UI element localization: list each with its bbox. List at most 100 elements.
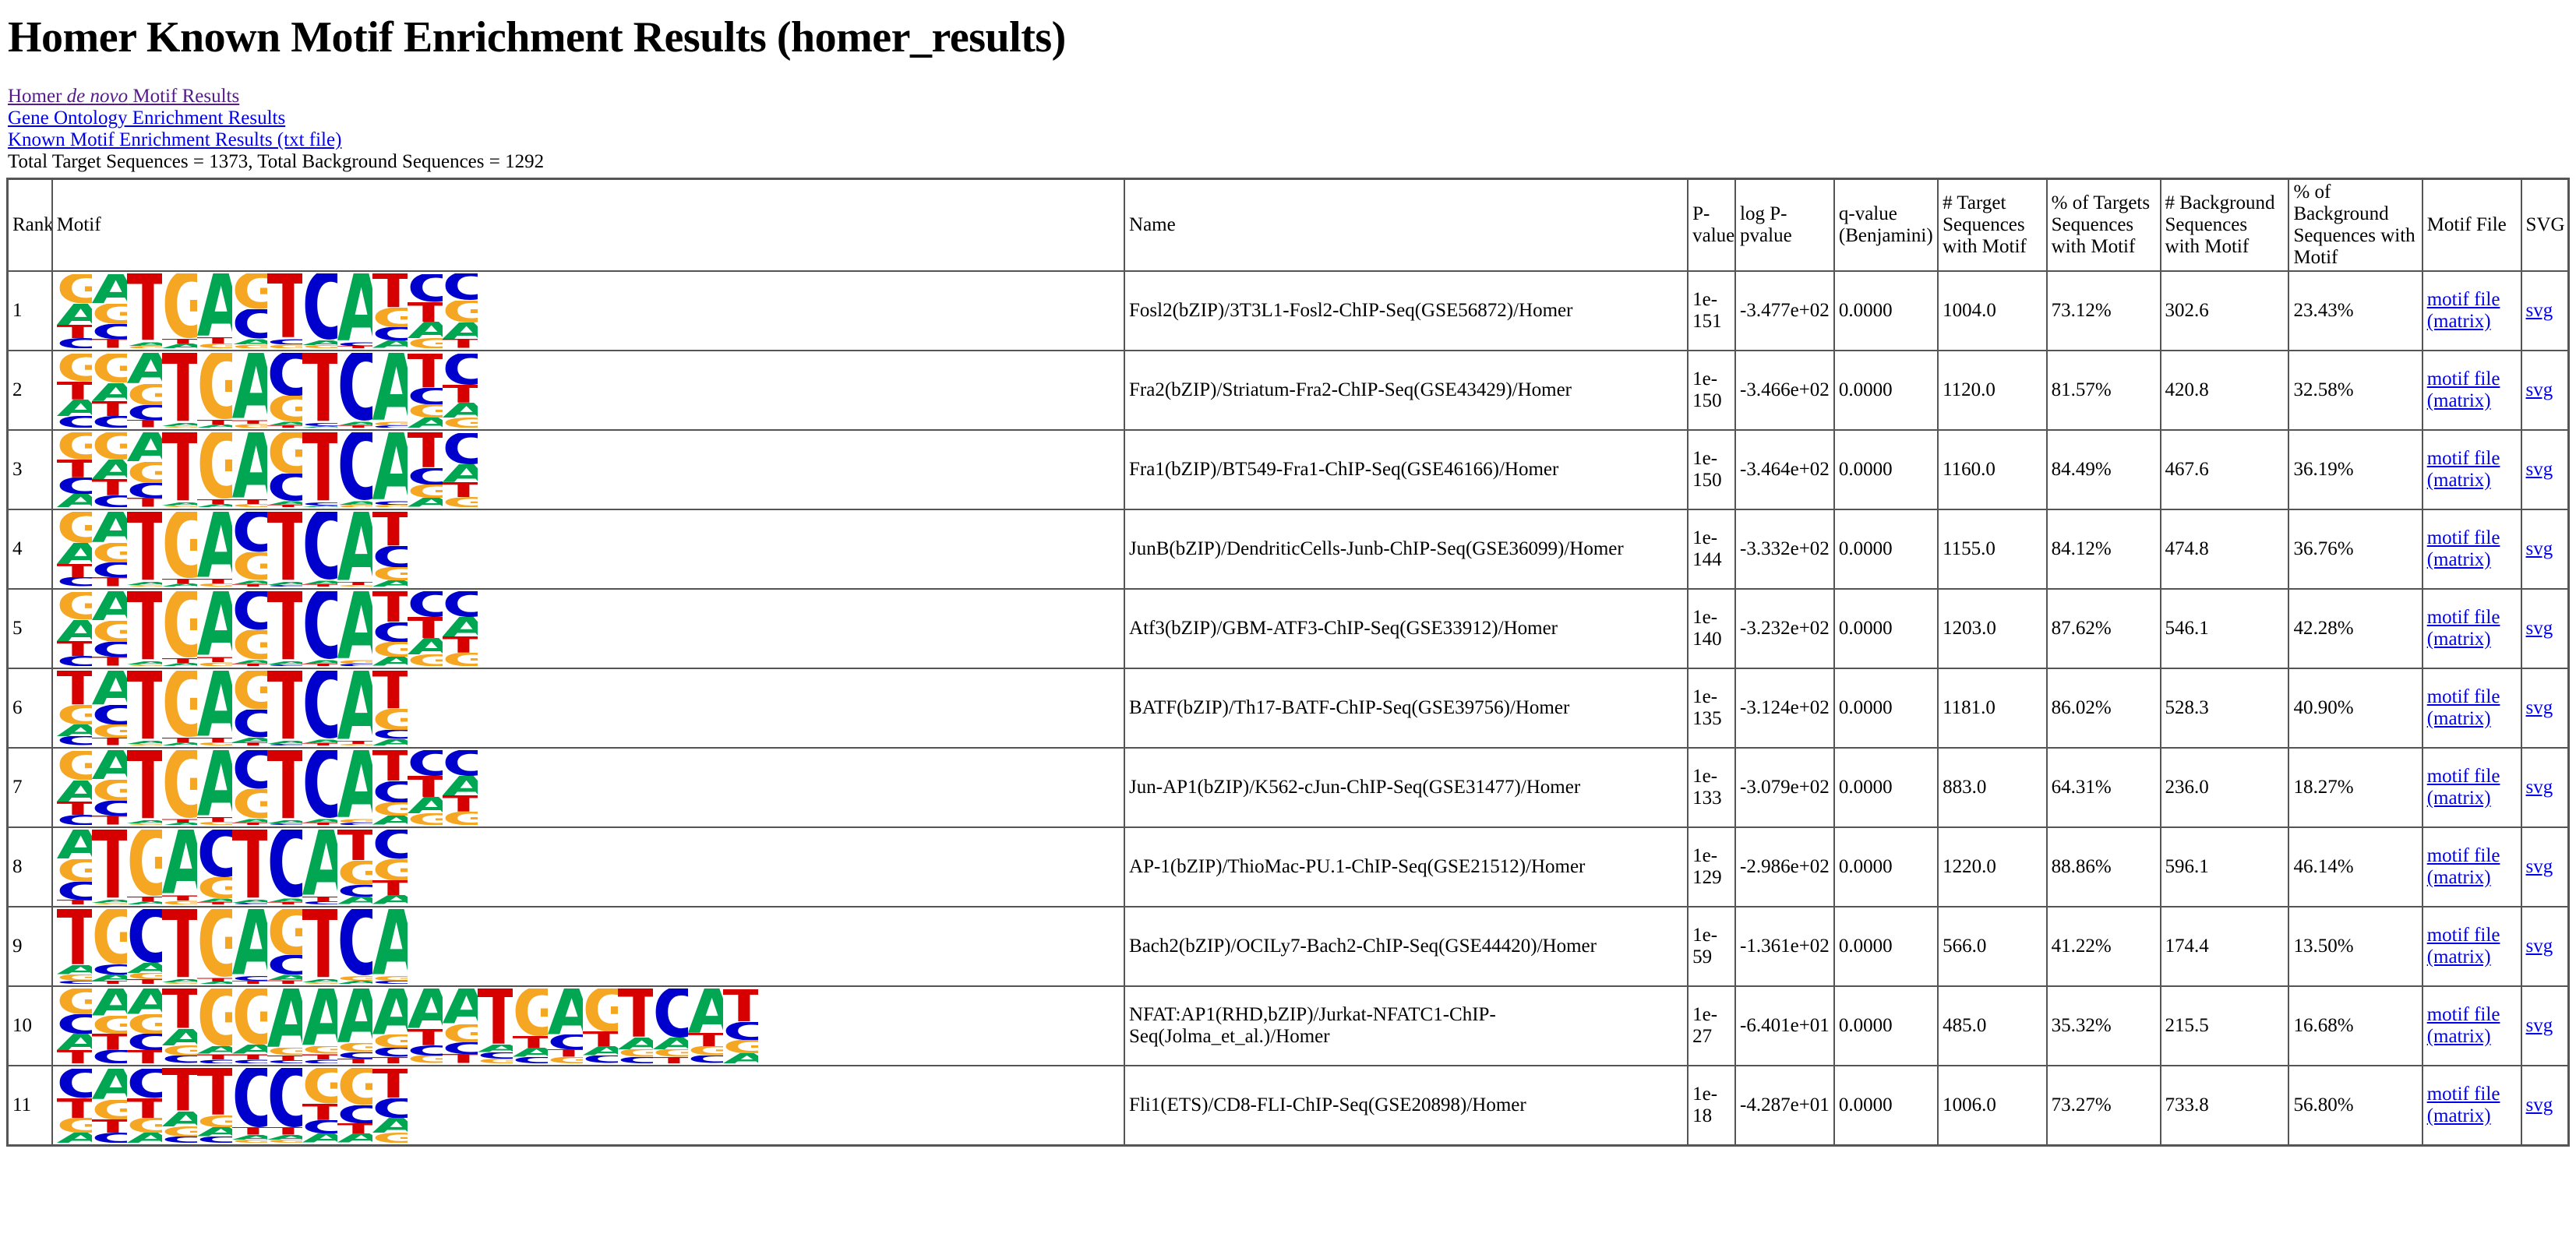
motif-file-link[interactable]: motif file (matrix) xyxy=(2427,607,2500,650)
logo-base-t: T xyxy=(372,1057,408,1063)
cell-rank: 9 xyxy=(6,906,53,987)
page-title: Homer Known Motif Enrichment Results (ho… xyxy=(8,13,1066,62)
cell-rank: 10 xyxy=(6,985,53,1066)
cell-log-pvalue: -3.079e+02 xyxy=(1734,747,1835,828)
motif-file-link[interactable]: motif file (matrix) xyxy=(2427,1004,2500,1047)
logo-base-g: G xyxy=(408,1056,443,1063)
logo-position: TAG xyxy=(162,353,197,428)
logo-position: GATC xyxy=(57,591,92,666)
logo-base-c: C xyxy=(372,327,408,340)
motif-file-link[interactable]: motif file (matrix) xyxy=(2427,1084,2500,1126)
col-header-motif: Motif xyxy=(51,178,1126,272)
svg-link[interactable]: svg xyxy=(2526,777,2553,798)
motif-file-link[interactable]: motif file (matrix) xyxy=(2427,686,2500,729)
logo-base-a: A xyxy=(197,425,232,428)
svg-link[interactable]: svg xyxy=(2526,300,2553,321)
sequence-logo: GATCAGCTTAGGTAATGCGATTACCATAGCTCGACTAGCA… xyxy=(57,750,1120,825)
link-gene-ontology-results[interactable]: Gene Ontology Enrichment Results xyxy=(8,107,285,129)
logo-base-t: T xyxy=(302,823,337,825)
logo-base-g: G xyxy=(162,1045,197,1056)
svg-link[interactable]: svg xyxy=(2526,618,2553,639)
svg-link[interactable]: svg xyxy=(2526,697,2553,718)
logo-base-t: T xyxy=(653,1057,688,1063)
motif-file-link[interactable]: motif file (matrix) xyxy=(2427,925,2500,967)
svg-link[interactable]: svg xyxy=(2526,1015,2553,1036)
logo-position: CGTA xyxy=(372,830,408,904)
motif-file-link[interactable]: motif file (matrix) xyxy=(2427,845,2500,888)
logo-base-c: C xyxy=(408,274,443,302)
logo-base-g: G xyxy=(267,344,302,348)
cell-motif-file: motif file (matrix) xyxy=(2421,588,2522,669)
logo-base-g: G xyxy=(92,304,127,324)
logo-base-a: A xyxy=(162,344,197,348)
logo-base-g: G xyxy=(337,505,372,507)
logo-position: CGAT xyxy=(443,273,478,348)
motif-file-link[interactable]: motif file (matrix) xyxy=(2427,766,2500,809)
cell-svg: svg xyxy=(2520,270,2570,351)
svg-link[interactable]: svg xyxy=(2526,459,2553,480)
cell-svg: svg xyxy=(2520,1065,2570,1147)
logo-position: CAGT xyxy=(127,909,162,984)
logo-base-c: C xyxy=(302,273,337,340)
logo-base-t: T xyxy=(162,432,197,502)
logo-base-c: C xyxy=(232,903,267,904)
logo-base-t: T xyxy=(92,339,127,348)
logo-position: TCA xyxy=(302,432,337,507)
logo-base-t: T xyxy=(232,823,267,825)
svg-link[interactable]: svg xyxy=(2526,856,2553,877)
logo-position: AGTC xyxy=(92,1068,127,1143)
motif-file-link[interactable]: motif file (matrix) xyxy=(2427,368,2500,411)
logo-base-t: T xyxy=(197,1054,232,1059)
svg-link[interactable]: svg xyxy=(2526,379,2553,400)
logo-base-a: A xyxy=(197,981,232,984)
link-known-motif-txt[interactable]: Known Motif Enrichment Results (txt file… xyxy=(8,129,341,151)
motif-file-link[interactable]: motif file (matrix) xyxy=(2427,527,2500,570)
logo-base-g: G xyxy=(197,877,232,898)
logo-position: AGCT xyxy=(127,353,162,428)
logo-base-g: G xyxy=(57,1118,92,1133)
logo-base-a: A xyxy=(162,830,197,895)
cell-motif-file: motif file (matrix) xyxy=(2421,747,2522,828)
motif-file-link[interactable]: motif file (matrix) xyxy=(2427,448,2500,491)
logo-base-c: C xyxy=(723,1022,758,1040)
logo-base-g: G xyxy=(92,543,127,562)
logo-base-a: A xyxy=(92,383,127,401)
logo-position: TGCA xyxy=(337,830,372,904)
logo-base-g: G xyxy=(443,1024,478,1042)
logo-base-a: A xyxy=(372,353,408,421)
logo-position: ATG xyxy=(197,750,232,825)
cell-background-pct: 32.58% xyxy=(2288,350,2423,431)
svg-link[interactable]: svg xyxy=(2526,538,2553,559)
logo-position: CTGA xyxy=(57,1068,92,1143)
logo-base-c: C xyxy=(92,416,127,428)
logo-base-a: A xyxy=(232,909,267,976)
logo-base-c: C xyxy=(372,830,408,859)
cell-qvalue: 0.0000 xyxy=(1833,1065,1939,1147)
logo-base-t: T xyxy=(92,816,127,825)
svg-link[interactable]: svg xyxy=(2526,1094,2553,1115)
logo-position: TGAC xyxy=(197,1068,232,1143)
cell-motif-file: motif file (matrix) xyxy=(2421,668,2522,749)
logo-base-c: C xyxy=(372,981,408,984)
svg-link[interactable]: svg xyxy=(2526,936,2553,957)
logo-base-t: T xyxy=(302,743,337,745)
logo-base-t: T xyxy=(127,979,162,984)
logo-base-g: G xyxy=(443,653,478,666)
logo-base-c: C xyxy=(372,622,408,642)
logo-base-a: A xyxy=(57,400,92,416)
logo-base-c: C xyxy=(267,474,302,501)
logo-position: TGCA xyxy=(372,273,408,348)
link-denovo-motif-results[interactable]: Homer de novo Motif Results xyxy=(8,86,239,107)
logo-base-a: A xyxy=(302,830,337,897)
motif-file-link[interactable]: motif file (matrix) xyxy=(2427,289,2500,332)
logo-base-g: G xyxy=(92,780,127,801)
logo-base-c: C xyxy=(267,823,302,825)
logo-base-a: A xyxy=(232,353,267,420)
logo-base-c: C xyxy=(57,416,92,428)
cell-motif: GATCAGCTTAGGTAATGCGATTACCATAGCTCGACTAGCA… xyxy=(51,747,1126,828)
table-row: 6TGACACGTTAGGTAATGGCATTACCATATGTGCABATF(… xyxy=(6,668,2570,749)
logo-base-g: G xyxy=(302,345,337,348)
logo-base-a: A xyxy=(443,403,478,418)
logo-position: GTA xyxy=(162,750,197,825)
logo-base-t: T xyxy=(337,425,372,428)
